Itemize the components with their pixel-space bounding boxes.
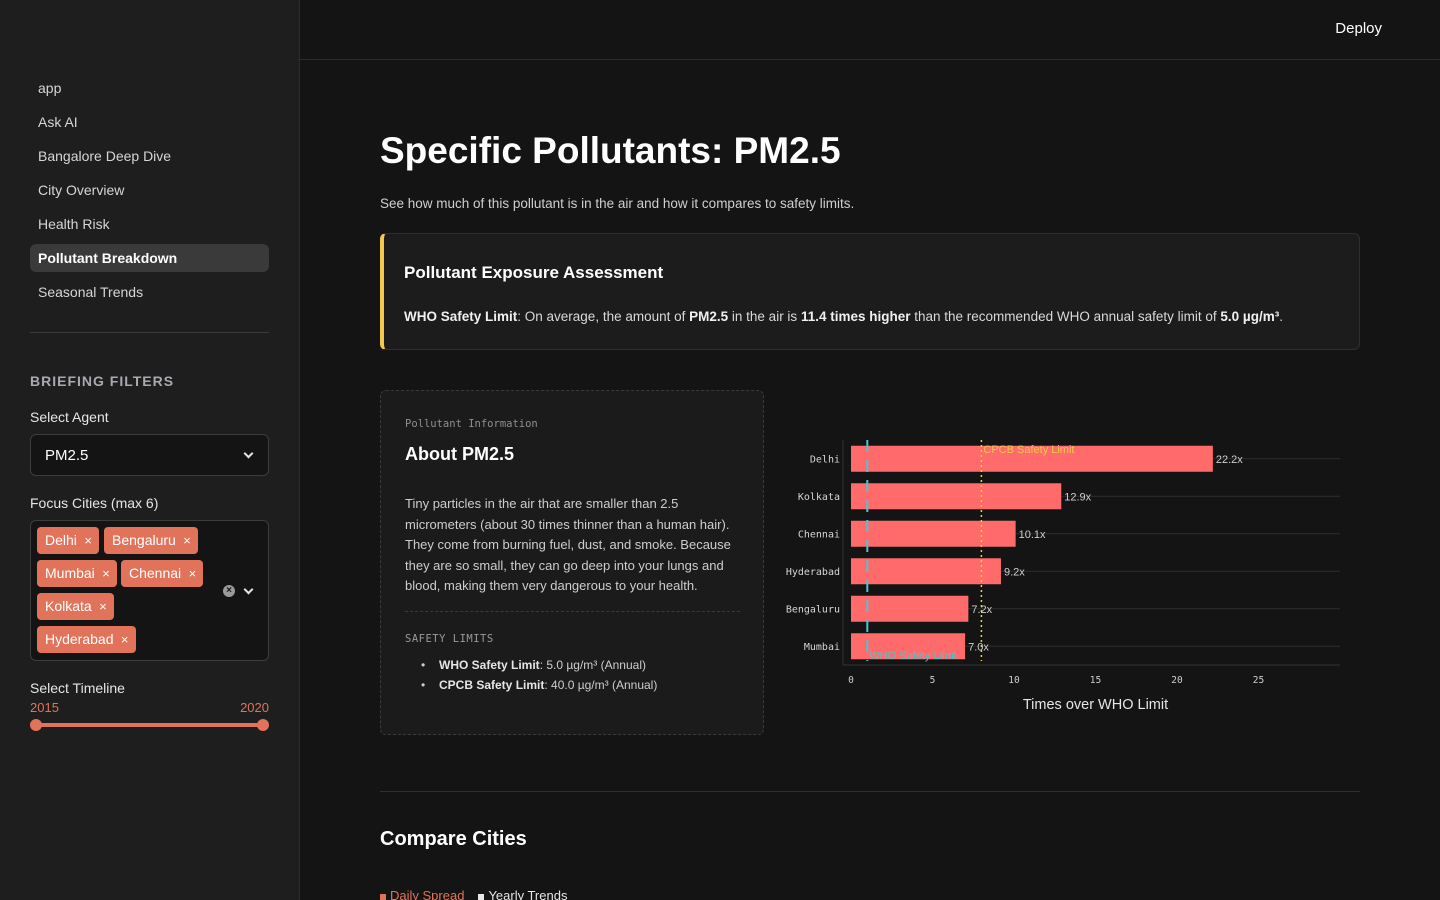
timeline-end: 2020 xyxy=(240,700,269,715)
bar xyxy=(851,520,1016,547)
page-subtitle: See how much of this pollutant is in the… xyxy=(380,196,855,211)
safety-limits-list: WHO Safety Limit: 5.0 µg/m³ (Annual) CPC… xyxy=(421,655,657,695)
reference-line-label: CPCB Safety Limit xyxy=(983,444,1074,456)
timeline-start: 2015 xyxy=(30,700,59,715)
city-tag-label: Mumbai xyxy=(45,565,95,581)
info-title: About PM2.5 xyxy=(405,444,515,464)
timeline-values: 2015 2020 xyxy=(30,700,269,715)
page-title: Specific Pollutants: PM2.5 xyxy=(380,130,841,171)
info-description: Tiny particles in the air that are small… xyxy=(405,496,731,593)
app-root: app Ask AI Bangalore Deep Dive City Overvie… xyxy=(0,0,1440,900)
tab-marker-icon xyxy=(478,893,485,900)
cpcb-limit-item: CPCB Safety Limit: 40.0 µg/m³ (Annual) xyxy=(421,675,657,695)
data-label: 10.1x xyxy=(1019,529,1046,541)
sidebar-item-bangalore-deep-dive[interactable]: Bangalore Deep Dive xyxy=(30,142,269,170)
pollutant-info-card: Pollutant Information About PM2.5 Tiny p… xyxy=(380,390,764,735)
city-tag-label: Bengaluru xyxy=(112,532,176,548)
sidebar-item-app[interactable]: app xyxy=(30,74,269,102)
pm25-bar-chart[interactable]: Delhi 22.2x Kolkata 12.9x Chennai 10.1x Hydera… xyxy=(775,425,1360,725)
city-tag-label: Chennai xyxy=(129,565,182,581)
sidebar: app Ask AI Bangalore Deep Dive City Overvie… xyxy=(0,0,300,900)
tab-marker-icon xyxy=(380,893,386,900)
remove-tag-icon[interactable]: × xyxy=(99,593,107,620)
y-tick-label: Chennai xyxy=(798,529,840,540)
clear-icon[interactable]: × xyxy=(223,585,235,597)
x-tick-label: 5 xyxy=(930,675,936,686)
data-label: 12.9x xyxy=(1064,491,1091,503)
chevron-down-icon xyxy=(243,448,254,459)
city-tag-mumbai[interactable]: Mumbai × xyxy=(37,560,117,587)
tab-daily-spread[interactable]: Daily Spread xyxy=(380,888,464,900)
timeline-start-handle[interactable] xyxy=(30,719,42,731)
bar xyxy=(851,483,1062,510)
city-tag-label: Hyderabad xyxy=(45,631,114,647)
reference-line-label: WHO Safety Limit xyxy=(869,650,956,662)
city-tag-bengaluru[interactable]: Bengaluru × xyxy=(104,527,198,554)
remove-tag-icon[interactable]: × xyxy=(189,560,197,587)
sidebar-item-pollutant-breakdown[interactable]: Pollutant Breakdown xyxy=(30,244,269,272)
data-label: 22.2x xyxy=(1216,454,1243,466)
city-tag-chennai[interactable]: Chennai × xyxy=(121,560,204,587)
city-tag-hyderabad[interactable]: Hyderabad × xyxy=(37,626,136,653)
city-tag-label: Delhi xyxy=(45,532,77,548)
info-eyebrow: Pollutant Information xyxy=(405,418,538,430)
top-header: Deploy xyxy=(300,0,1440,60)
tab-yearly-trends[interactable]: Yearly Trends xyxy=(478,888,567,900)
sidebar-item-ask-ai[interactable]: Ask AI xyxy=(30,108,269,136)
who-limit-item: WHO Safety Limit: 5.0 µg/m³ (Annual) xyxy=(421,655,657,675)
safety-limits-title: SAFETY LIMITS xyxy=(405,633,494,645)
remove-tag-icon[interactable]: × xyxy=(183,527,191,554)
bar xyxy=(851,558,1001,585)
exposure-assessment-card: Pollutant Exposure Assessment WHO Safety… xyxy=(380,233,1360,350)
y-tick-label: Mumbai xyxy=(804,642,840,653)
agent-label: Select Agent xyxy=(30,409,109,425)
compare-cities-title: Compare Cities xyxy=(380,828,527,850)
y-tick-label: Delhi xyxy=(810,454,840,465)
sidebar-item-health-risk[interactable]: Health Risk xyxy=(30,210,269,238)
assessment-title: Pollutant Exposure Assessment xyxy=(404,263,664,282)
city-tag-delhi[interactable]: Delhi × xyxy=(37,527,99,554)
agent-select[interactable]: PM2.5 xyxy=(30,434,269,476)
timeline-label: Select Timeline xyxy=(30,680,125,696)
assessment-text: WHO Safety Limit: On average, the amount… xyxy=(404,309,1283,324)
bar xyxy=(851,595,969,622)
deploy-button[interactable]: Deploy xyxy=(1335,20,1382,37)
y-tick-label: Bengaluru xyxy=(786,604,840,615)
x-tick-label: 10 xyxy=(1008,675,1020,686)
compare-tabs: Daily Spread Yearly Trends xyxy=(380,888,581,900)
chevron-down-icon[interactable] xyxy=(243,584,254,595)
y-tick-label: Kolkata xyxy=(798,492,840,503)
cities-multiselect[interactable]: × Delhi × Bengaluru × Mumbai × Chennai × Kolkata… xyxy=(30,520,269,661)
remove-tag-icon[interactable]: × xyxy=(84,527,92,554)
timeline-slider-track[interactable] xyxy=(36,723,263,727)
section-divider xyxy=(380,791,1360,792)
city-tag-label: Kolkata xyxy=(45,598,92,614)
x-tick-label: 0 xyxy=(848,675,854,686)
x-tick-label: 15 xyxy=(1090,675,1101,686)
timeline-end-handle[interactable] xyxy=(257,719,269,731)
data-label: 7.0x xyxy=(968,641,989,653)
y-tick-label: Hyderabad xyxy=(786,567,840,578)
remove-tag-icon[interactable]: × xyxy=(102,560,110,587)
x-axis-title: Times over WHO Limit xyxy=(1023,697,1168,713)
city-tag-kolkata[interactable]: Kolkata × xyxy=(37,593,114,620)
data-label: 9.2x xyxy=(1004,566,1025,578)
info-divider xyxy=(405,611,740,612)
cities-label: Focus Cities (max 6) xyxy=(30,495,159,511)
sidebar-nav: app Ask AI Bangalore Deep Dive City Overvie… xyxy=(30,74,269,312)
agent-select-value: PM2.5 xyxy=(45,447,89,464)
sidebar-item-seasonal-trends[interactable]: Seasonal Trends xyxy=(30,278,269,306)
x-tick-label: 25 xyxy=(1253,675,1264,686)
x-tick-label: 20 xyxy=(1171,675,1183,686)
sidebar-item-city-overview[interactable]: City Overview xyxy=(30,176,269,204)
filters-title: BRIEFING FILTERS xyxy=(30,373,175,389)
remove-tag-icon[interactable]: × xyxy=(121,626,129,653)
sidebar-divider xyxy=(30,332,269,333)
